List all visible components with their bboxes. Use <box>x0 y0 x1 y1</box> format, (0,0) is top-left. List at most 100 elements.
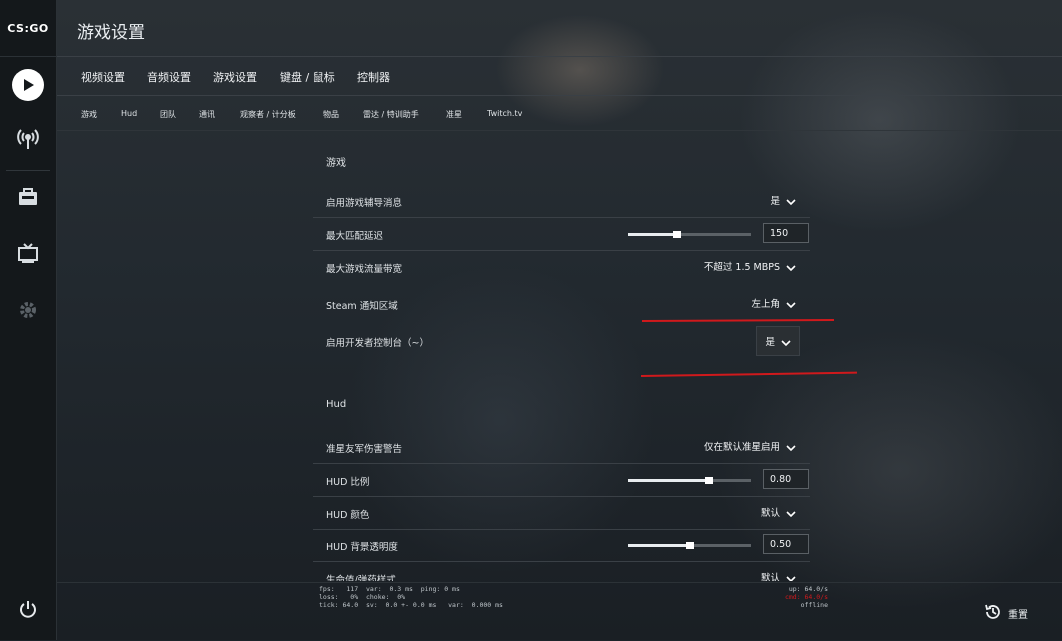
page-title: 游戏设置 <box>77 23 145 43</box>
main-tabs: 视频设置 音频设置 游戏设置 键盘 / 鼠标 控制器 <box>57 57 1062 96</box>
reset-icon <box>984 603 1002 624</box>
setting-row-hud-scale[interactable]: HUD 比例 0.80 <box>313 464 810 497</box>
dropdown[interactable]: 是 <box>766 190 800 210</box>
broadcast-icon <box>16 127 40 155</box>
broadcast-button[interactable] <box>0 113 56 169</box>
setting-row-max-match-delay[interactable]: 最大匹配延迟 150 <box>313 218 810 251</box>
setting-row-health-ammo-style[interactable]: 生命值/弹药样式 默认 <box>313 562 810 581</box>
csgo-logo: CS:GO <box>0 0 56 57</box>
chevron-down-icon <box>786 257 796 276</box>
chevron-down-icon <box>781 332 791 351</box>
setting-row-training-messages[interactable]: 启用游戏辅导消息 是 <box>313 185 810 218</box>
slider-track[interactable] <box>628 477 751 484</box>
inventory-icon <box>17 186 39 212</box>
net-stat-cmd: cmd: 64.0/s <box>784 593 828 601</box>
dropdown-value: 是 <box>765 337 775 348</box>
setting-row-steam-notification[interactable]: Steam 通知区域 左上角 <box>313 288 810 320</box>
dropdown[interactable]: 左上角 <box>747 293 800 313</box>
setting-label: 准星友军伤害警告 <box>326 444 403 455</box>
slider-fill <box>628 544 690 547</box>
setting-label: HUD 颜色 <box>326 510 370 521</box>
subtab-twitch[interactable]: Twitch.tv <box>487 109 522 118</box>
net-stats: up: 64.0/s cmd: 64.0/s offline <box>770 585 828 609</box>
slider-fill <box>628 479 710 482</box>
net-stat-status: offline <box>800 601 828 609</box>
setting-row-hud-background-alpha[interactable]: HUD 背景透明度 0.50 <box>313 529 810 562</box>
dropdown-value: 默认 <box>760 573 780 581</box>
slider-fill <box>628 233 678 236</box>
slider-handle[interactable] <box>685 542 694 549</box>
dropdown[interactable]: 不超过 1.5 MBPS <box>700 256 800 276</box>
header: 游戏设置 <box>57 0 1062 57</box>
power-icon <box>18 599 38 623</box>
subtab-crosshair[interactable]: 准星 <box>446 109 462 120</box>
net-graph-line: tick: 64.0 sv: 0.0 +- 0.0 ms var: 0.000 … <box>319 601 503 609</box>
subtab-communication[interactable]: 通讯 <box>199 109 215 120</box>
setting-row-max-bandwidth[interactable]: 最大游戏流量带宽 不超过 1.5 MBPS <box>313 251 810 283</box>
setting-row-hud-color[interactable]: HUD 颜色 默认 <box>313 497 810 530</box>
reset-label: 重置 <box>1008 610 1028 621</box>
tab-game[interactable]: 游戏设置 <box>213 69 257 85</box>
tv-icon <box>17 242 39 268</box>
setting-label: 最大匹配延迟 <box>326 231 384 242</box>
reset-button[interactable]: 重置 <box>984 603 1028 624</box>
dropdown[interactable]: 默认 <box>757 567 800 581</box>
chevron-down-icon <box>786 294 796 313</box>
slider-track[interactable] <box>628 231 751 238</box>
dropdown[interactable]: 默认 <box>757 502 800 522</box>
chevron-down-icon <box>786 568 796 581</box>
chevron-down-icon <box>786 437 796 456</box>
subtab-radar-training[interactable]: 雷达 / 特训助手 <box>363 109 419 120</box>
setting-row-developer-console[interactable]: 启用开发者控制台（~） 是 <box>313 325 810 357</box>
watch-button[interactable] <box>0 227 56 283</box>
setting-row-friendly-fire-warning[interactable]: 准星友军伤害警告 仅在默认准星启用 <box>313 431 810 464</box>
inventory-button[interactable] <box>0 171 56 227</box>
value-input[interactable]: 0.50 <box>763 534 809 554</box>
settings-content: 游戏 启用游戏辅导消息 是 最大匹配延迟 150 最大游戏流量带宽 不超过 1.… <box>313 131 813 581</box>
settings-button[interactable] <box>0 284 56 340</box>
slider-handle[interactable] <box>705 477 714 484</box>
value-input[interactable]: 150 <box>763 223 809 243</box>
dropdown-value: 左上角 <box>751 299 780 310</box>
gear-icon <box>18 300 38 324</box>
net-graph-line: fps: 117 var: 0.3 ms ping: 0 ms <box>319 585 460 593</box>
dropdown-value: 是 <box>770 196 780 207</box>
subtab-hud[interactable]: Hud <box>121 109 137 118</box>
play-icon <box>12 69 44 101</box>
section-title-game: 游戏 <box>326 158 346 169</box>
dropdown[interactable]: 仅在默认准星启用 <box>700 436 800 456</box>
setting-label: HUD 比例 <box>326 477 370 488</box>
chevron-down-icon <box>786 503 796 522</box>
setting-label: 启用开发者控制台（~） <box>326 338 429 349</box>
subtab-game[interactable]: 游戏 <box>81 109 97 120</box>
slider-track[interactable] <box>628 542 751 549</box>
footer <box>57 582 1062 641</box>
quit-button[interactable] <box>0 583 56 639</box>
section-title-hud: Hud <box>326 399 347 410</box>
setting-label: HUD 背景透明度 <box>326 542 398 553</box>
sidebar: CS:GO <box>0 0 57 640</box>
slider-handle[interactable] <box>673 231 682 238</box>
dropdown[interactable]: 是 <box>756 326 800 356</box>
net-graph-line: loss: 0% choke: 0% <box>319 593 406 601</box>
sub-tabs: 游戏 Hud 团队 通讯 观察者 / 计分板 物品 雷达 / 特训助手 准星 T… <box>57 96 1062 131</box>
setting-label: 启用游戏辅导消息 <box>326 198 403 209</box>
tab-controller[interactable]: 控制器 <box>357 69 390 85</box>
tab-keyboard-mouse[interactable]: 键盘 / 鼠标 <box>280 69 335 85</box>
net-graph: fps: 117 var: 0.3 ms ping: 0 ms loss: 0% … <box>319 585 503 609</box>
tab-audio[interactable]: 音频设置 <box>147 69 191 85</box>
subtab-spectator-scoreboard[interactable]: 观察者 / 计分板 <box>240 109 296 120</box>
dropdown-value: 不超过 1.5 MBPS <box>703 262 780 273</box>
setting-label: 生命值/弹药样式 <box>326 575 396 581</box>
dropdown-value: 默认 <box>760 508 780 519</box>
play-button[interactable] <box>0 57 56 113</box>
subtab-team[interactable]: 团队 <box>160 109 176 120</box>
setting-label: 最大游戏流量带宽 <box>326 264 403 275</box>
value-input[interactable]: 0.80 <box>763 469 809 489</box>
setting-label: Steam 通知区域 <box>326 301 398 312</box>
chevron-down-icon <box>786 191 796 210</box>
dropdown-value: 仅在默认准星启用 <box>703 442 780 453</box>
net-stat-up: up: 64.0/s <box>788 585 828 593</box>
tab-video[interactable]: 视频设置 <box>81 69 125 85</box>
subtab-items[interactable]: 物品 <box>323 109 339 120</box>
